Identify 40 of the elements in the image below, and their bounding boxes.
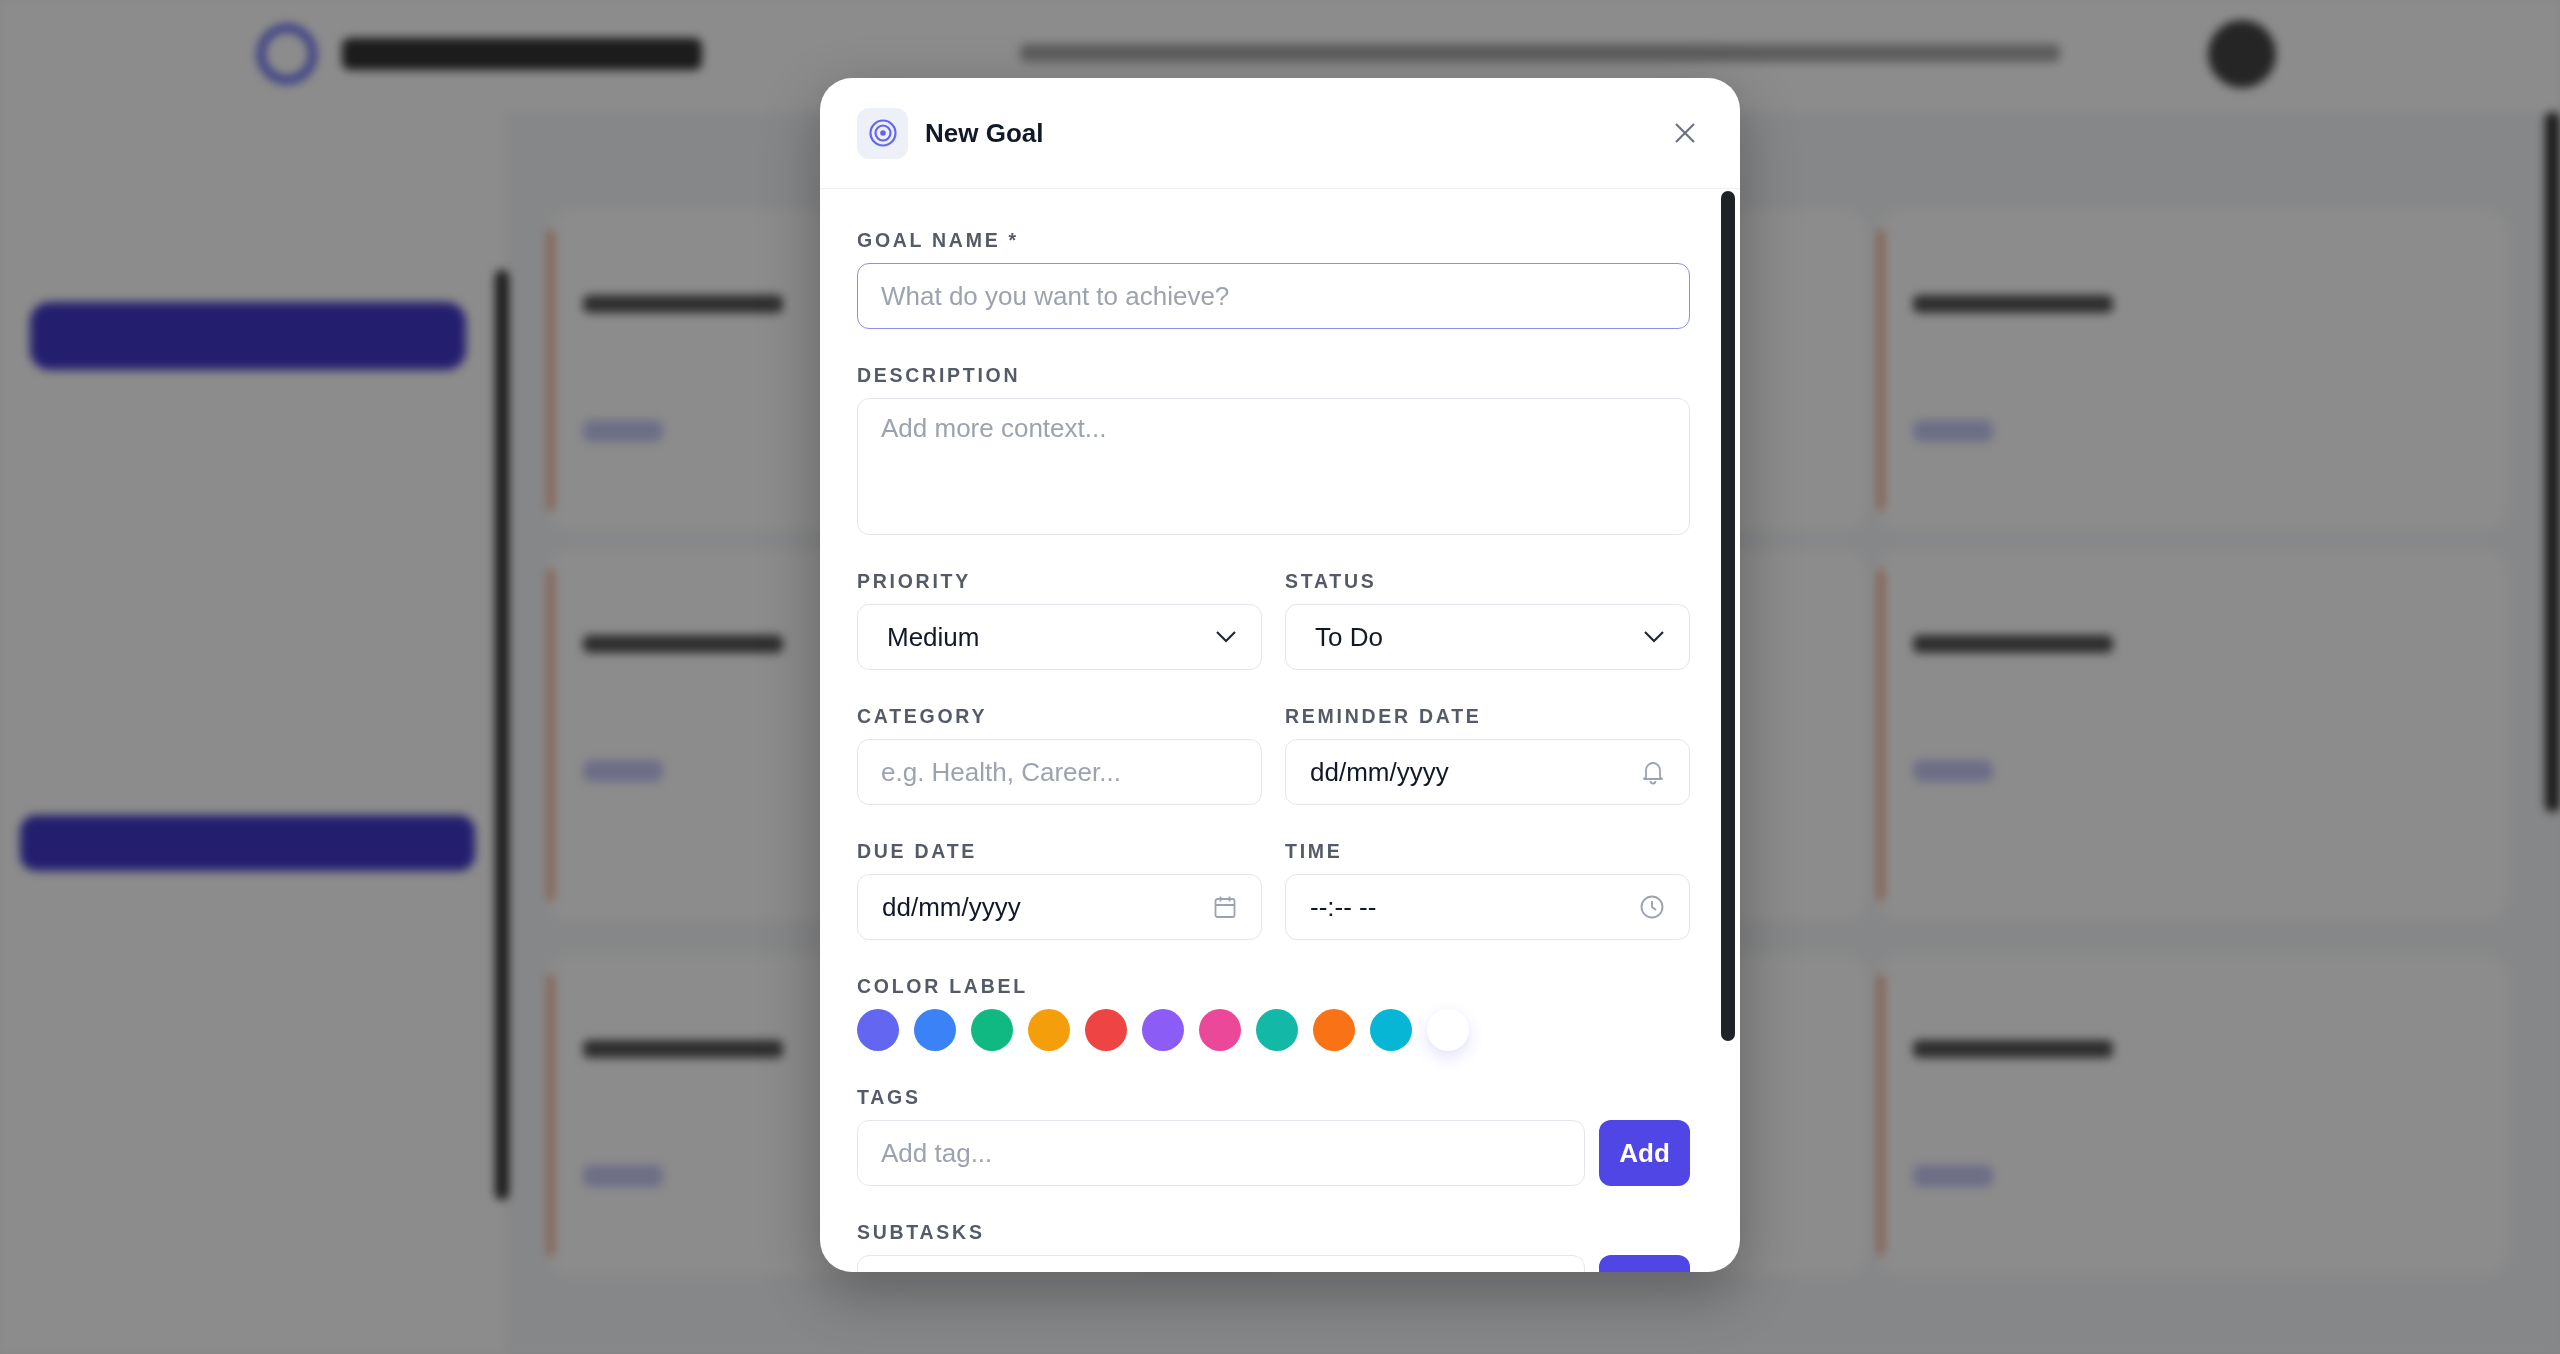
chevron-down-icon <box>1215 630 1237 644</box>
avatar-icon <box>2208 20 2276 88</box>
field-label: PRIORITY <box>857 570 972 593</box>
tag-field[interactable]: Add tag... <box>857 1120 1585 1186</box>
color-swatch[interactable] <box>1370 1009 1412 1051</box>
bell-icon <box>1641 759 1665 785</box>
add-button[interactable]: Add <box>1599 1120 1690 1186</box>
clock-icon <box>1639 894 1665 920</box>
text-field[interactable]: What do you want to achieve? <box>857 263 1690 329</box>
date-field[interactable]: dd/mm/yyyy <box>1285 739 1690 805</box>
dialog-title: New Goal <box>925 117 1045 149</box>
select-field[interactable]: Medium <box>857 604 1262 670</box>
color-swatch[interactable] <box>857 1009 899 1051</box>
field-label: REMINDER DATE <box>1285 705 1483 728</box>
color-swatch[interactable] <box>1142 1009 1184 1051</box>
time-field[interactable]: --:-- -- <box>1285 874 1690 940</box>
logo-icon <box>257 24 317 84</box>
description-field[interactable]: Add more context... <box>857 398 1690 535</box>
scrollbar-thumb[interactable] <box>1721 191 1735 1041</box>
color-swatch[interactable] <box>1085 1009 1127 1051</box>
chevron-down-icon <box>1643 630 1665 644</box>
field-label: DESCRIPTION <box>857 364 1022 387</box>
field-label: STATUS <box>1285 570 1378 593</box>
field-label: COLOR LABEL <box>857 975 1029 998</box>
select-field[interactable]: To Do <box>1285 604 1690 670</box>
color-swatch[interactable] <box>914 1009 956 1051</box>
field-label: TIME <box>1285 840 1344 863</box>
color-swatch[interactable] <box>971 1009 1013 1051</box>
field-label: DUE DATE <box>857 840 979 863</box>
color-swatch[interactable] <box>1199 1009 1241 1051</box>
field-label: SUBTASKS <box>857 1221 986 1244</box>
target-icon <box>857 107 908 159</box>
field-label: GOAL NAME * <box>857 229 1020 252</box>
field-label: CATEGORY <box>857 705 989 728</box>
field-label: TAGS <box>857 1086 922 1109</box>
color-swatch[interactable] <box>1028 1009 1070 1051</box>
calendar-icon <box>1213 895 1237 919</box>
color-swatch[interactable] <box>1313 1009 1355 1051</box>
color-swatch[interactable] <box>1256 1009 1298 1051</box>
date-field[interactable]: dd/mm/yyyy <box>857 874 1262 940</box>
